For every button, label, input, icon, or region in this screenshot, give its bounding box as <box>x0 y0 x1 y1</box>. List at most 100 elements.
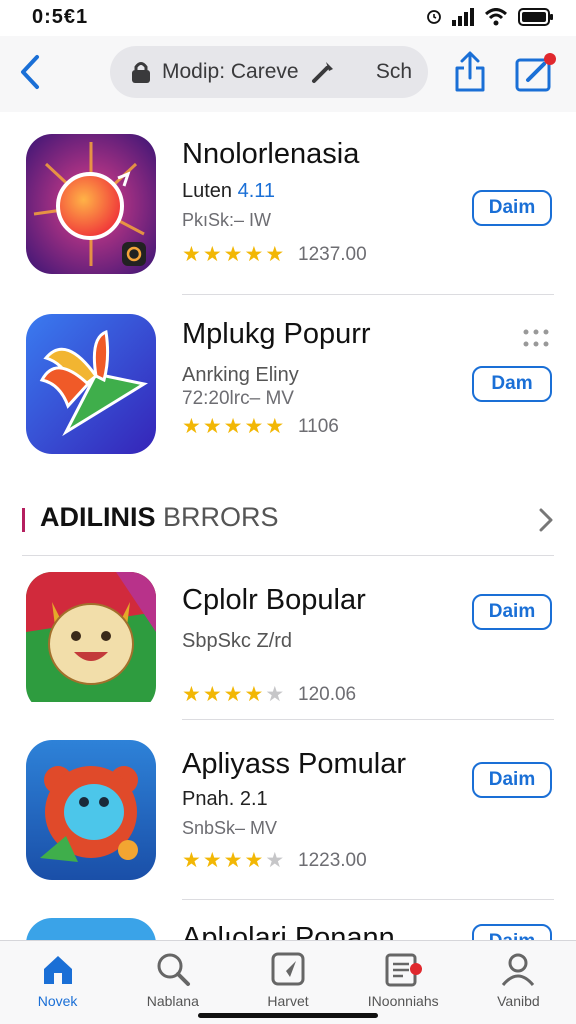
app-name: Nnolorlenasia <box>182 138 360 170</box>
compose-button[interactable] <box>514 52 558 94</box>
star-icon: ★ <box>244 683 264 706</box>
row-divider <box>182 719 554 720</box>
chevron-right-icon[interactable] <box>536 506 556 534</box>
list-item[interactable]: Mplukg Popurr Anrking Eliny 72:20lrc– MV… <box>0 314 576 494</box>
star-icon: ★ <box>265 243 285 266</box>
rating-count: 1106 <box>298 416 339 437</box>
app-meta: PkıSk:– IW <box>182 210 272 230</box>
share-icon <box>455 51 485 92</box>
row-divider <box>182 899 554 900</box>
search-text: Modip: Careve <box>162 60 299 83</box>
app-meta: 72:20lrc– MV <box>182 388 294 409</box>
section-accent-bar <box>22 508 25 532</box>
compass-icon <box>271 952 305 986</box>
app-meta: SnbSk– MV <box>182 818 278 838</box>
star-icon: ★ <box>202 849 222 872</box>
app-subtitle: Luten 4.11 <box>182 180 276 202</box>
status-icons <box>426 8 554 26</box>
search-icon <box>157 953 190 986</box>
share-button[interactable] <box>452 50 488 94</box>
app-icon-monster[interactable] <box>26 572 156 712</box>
navigation-bar: Modip: Careve Sch <box>0 36 576 112</box>
star-rating: ★ ★ ★ ★ ★ <box>182 244 284 265</box>
home-icon <box>43 956 72 984</box>
signal-icon <box>452 8 474 26</box>
star-icon: ★ <box>265 683 285 706</box>
search-bar[interactable]: Modip: Careve Sch <box>110 46 428 98</box>
star-icon: ★ <box>223 849 243 872</box>
rating-count: 1237.00 <box>298 244 367 265</box>
star-icon: ★ <box>223 243 243 266</box>
tab-search[interactable]: Nablana <box>115 941 230 1024</box>
app-subtitle: Anrking Eliny <box>182 364 299 386</box>
section-title: ADILINIS BRRORS <box>40 502 279 532</box>
star-icon: ★ <box>182 683 201 706</box>
app-subtitle: SbpSkc Z/rd <box>182 630 293 652</box>
rating-count: 120.06 <box>298 684 357 705</box>
tab-home[interactable]: Novek <box>0 941 115 1024</box>
list-item[interactable]: Cplolr Bopular SbpSkc Z/rd ★ ★ ★ ★ ★ 120.06 … <box>0 572 576 752</box>
chevron-left-icon <box>21 55 39 89</box>
get-button[interactable]: Daim <box>472 762 552 798</box>
list-item[interactable]: Aplıolari Ponann Daim <box>0 918 576 940</box>
tab-account[interactable]: Vanibd <box>461 941 576 1024</box>
tab-label: Novek <box>37 993 78 1009</box>
tab-label: Harvet <box>267 993 309 1009</box>
get-button[interactable]: Dam <box>472 366 552 402</box>
home-indicator <box>198 1013 378 1018</box>
star-icon: ★ <box>202 243 222 266</box>
star-icon: ★ <box>202 415 222 438</box>
star-icon: ★ <box>202 683 222 706</box>
app-name: Apliyass Pomular <box>182 748 407 780</box>
compose-icon <box>515 53 556 92</box>
star-rating: ★ ★ ★ ★ ★ <box>182 850 284 871</box>
list-item[interactable]: Nnolorlenasia Luten 4.11 PkıSk:– IW ★ ★ ★ ★… <box>0 134 576 314</box>
alarm-icon <box>427 10 441 24</box>
wifi-icon <box>484 8 508 26</box>
back-button[interactable] <box>14 52 46 92</box>
battery-icon <box>518 8 553 26</box>
app-icon-bird[interactable] <box>26 314 156 454</box>
app-icon-bear[interactable] <box>26 740 156 880</box>
status-bar: 0:5€1 <box>0 0 576 36</box>
star-rating: ★ ★ ★ ★ ★ <box>182 684 284 705</box>
row-divider <box>182 294 554 295</box>
star-icon: ★ <box>265 849 285 872</box>
section-header[interactable]: ADILINIS BRRORS <box>22 502 556 542</box>
tab-label: Vanibd <box>497 993 540 1009</box>
star-icon: ★ <box>244 415 264 438</box>
search-action[interactable]: Sch <box>376 60 412 84</box>
tab-bar: Novek Nablana Harvet INoonniahs Vanibd <box>0 940 576 1024</box>
app-name: Mplukg Popurr <box>182 318 371 350</box>
app-subtitle: Pnah. 2.1 <box>182 788 268 810</box>
app-name: Aplıolari Ponann <box>182 922 395 940</box>
star-rating: ★ ★ ★ ★ ★ <box>182 416 284 437</box>
get-button[interactable]: Daim <box>472 190 552 226</box>
get-button[interactable]: Daim <box>472 594 552 630</box>
app-icon-camera[interactable] <box>26 134 156 274</box>
notifications-icon <box>385 953 423 987</box>
star-icon: ★ <box>182 243 201 266</box>
app-name: Cplolr Bopular <box>182 584 366 616</box>
lock-icon <box>132 62 150 83</box>
tab-label: INoonniahs <box>367 993 439 1009</box>
star-icon: ★ <box>223 683 243 706</box>
star-icon: ★ <box>182 415 201 438</box>
list-item[interactable]: Apliyass Pomular Pnah. 2.1 SnbSk– MV ★ ★ ★… <box>0 740 576 920</box>
star-icon: ★ <box>223 415 243 438</box>
status-time: 0:5€1 <box>32 6 89 28</box>
tab-label: Nablana <box>146 993 199 1009</box>
app-icon-partial[interactable] <box>26 918 156 940</box>
star-icon: ★ <box>244 849 264 872</box>
more-icon[interactable] <box>522 328 550 348</box>
magic-wand-icon[interactable] <box>309 58 337 86</box>
star-icon: ★ <box>182 849 201 872</box>
account-icon <box>502 953 535 986</box>
star-icon: ★ <box>265 415 285 438</box>
tab-harvest[interactable]: Harvet <box>230 941 345 1024</box>
section-divider <box>22 555 554 556</box>
star-icon: ★ <box>244 243 264 266</box>
tab-notifications[interactable]: INoonniahs <box>346 941 461 1024</box>
rating-count: 1223.00 <box>298 850 367 871</box>
get-button[interactable]: Daim <box>472 924 552 940</box>
